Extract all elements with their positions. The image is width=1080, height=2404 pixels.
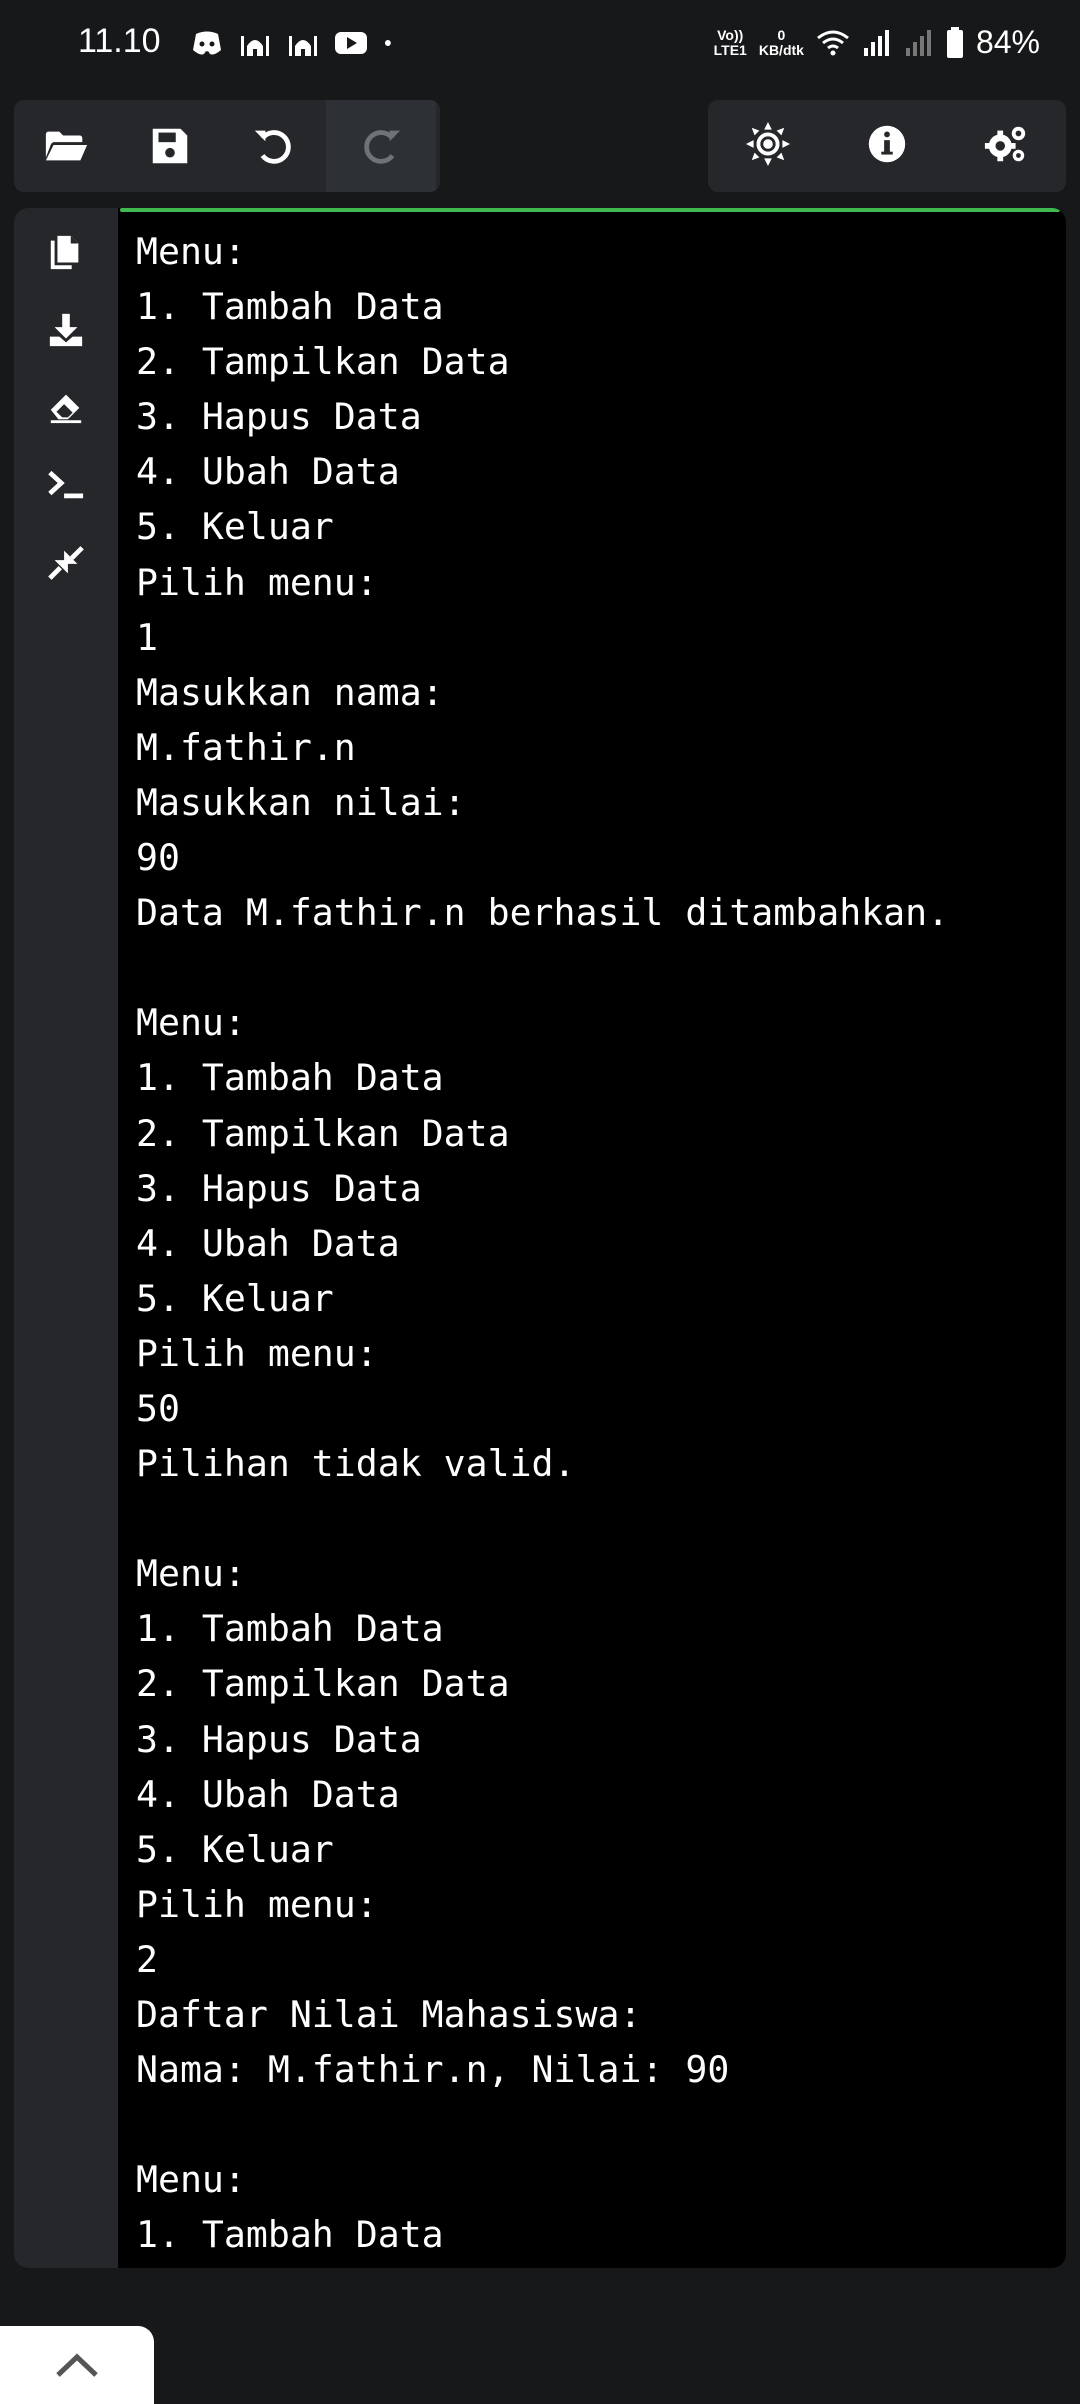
status-right-icons: Vo)) LTE1 0 KB/dtk 84% — [714, 24, 1040, 61]
save-button[interactable] — [118, 100, 222, 192]
chevron-up-icon — [56, 2353, 98, 2377]
view-toolbar — [708, 100, 1066, 192]
notification-icons — [190, 28, 402, 58]
console-side-rail — [14, 208, 118, 2268]
wifi-icon — [817, 30, 849, 55]
console-line: 50 — [136, 1386, 180, 1430]
console-line: Masukkan nilai: — [136, 780, 466, 824]
console-line: Menu: — [136, 1001, 246, 1045]
console-line: 1. Tambah Data — [136, 2213, 444, 2257]
volte-indicator: Vo)) LTE1 — [713, 26, 747, 58]
copy-button[interactable] — [44, 230, 88, 274]
battery-icon — [946, 26, 963, 58]
console-line: Menu: — [136, 230, 246, 273]
collapse-button[interactable] — [44, 540, 88, 584]
console-line: 5. Keluar — [136, 1276, 334, 1320]
expand-input-button[interactable] — [0, 2326, 154, 2404]
console-line: 3. Hapus Data — [136, 1166, 422, 1210]
dot-icon — [384, 40, 391, 46]
status-bar: 11.10 Vo)) LTE1 0 KB/dtk 84% — [0, 0, 1080, 92]
undo-icon — [254, 130, 291, 164]
console-panel: Menu: 1. Tambah Data 2. Tampilkan Data 3. H… — [14, 208, 1066, 2268]
youtube-icon — [335, 32, 367, 54]
console-line: 5. Keluar — [136, 505, 334, 549]
console-line: 3. Hapus Data — [136, 395, 422, 439]
console-line: Pilih menu: — [136, 560, 378, 604]
signal-weak-icon — [905, 29, 931, 56]
file-toolbar — [14, 100, 440, 192]
signal-icon — [863, 29, 889, 56]
console-line: Pilih menu: — [136, 1331, 378, 1375]
console-line: 5. Keluar — [136, 1827, 334, 1871]
console-line: Masukkan nama: — [136, 670, 444, 714]
console-line: 1. Tambah Data — [136, 1056, 444, 1100]
console-line: 1 — [136, 615, 158, 659]
console-line: 4. Ubah Data — [136, 1221, 400, 1265]
console-line: 2. Tampilkan Data — [136, 1662, 510, 1706]
terminal-icon — [48, 470, 84, 499]
console-line: Pilih menu: — [136, 1882, 378, 1926]
settings-gears-icon — [985, 126, 1026, 161]
collapse-icon — [48, 546, 84, 580]
terminal-button[interactable] — [44, 462, 88, 506]
console-line: Menu: — [136, 1552, 246, 1596]
console-line: 2. Tampilkan Data — [136, 1111, 510, 1155]
settings-button[interactable] — [983, 121, 1029, 172]
mosque-icon — [289, 36, 317, 56]
copy-icon — [50, 235, 79, 270]
console-line: Pilihan tidak valid. — [136, 1442, 576, 1486]
console-line: 3. Hapus Data — [136, 1717, 422, 1761]
console-line: 4. Ubah Data — [136, 1772, 400, 1816]
console-line: 4. Ubah Data — [136, 450, 400, 494]
download-button[interactable] — [44, 308, 88, 352]
network-speed: 0 KB/dtk — [758, 26, 804, 58]
redo-button[interactable] — [326, 100, 436, 192]
mosque-icon — [241, 36, 269, 56]
console-line: Nama: M.fathir.n, Nilai: 90 — [136, 2048, 730, 2092]
console-output: Menu: 1. Tambah Data 2. Tampilkan Data 3. H… — [136, 224, 1056, 2268]
clear-button[interactable] — [44, 384, 88, 428]
console-line: 2. Tampilkan Data — [136, 340, 510, 384]
console-line: Data M.fathir.n berhasil ditambahkan. — [136, 891, 950, 935]
console-line: 1. Tambah Data — [136, 285, 444, 329]
save-icon — [152, 128, 188, 164]
console-line: 90 — [136, 836, 180, 880]
eraser-icon — [50, 394, 82, 424]
open-folder-icon — [45, 131, 88, 161]
console-line: 1. Tambah Data — [136, 1607, 444, 1651]
status-time: 11.10 — [78, 22, 161, 60]
theme-sun-icon — [745, 121, 790, 166]
theme-button[interactable] — [745, 121, 791, 172]
console-line: M.fathir.n — [136, 725, 356, 769]
console-line: 2 — [136, 1937, 158, 1981]
output-progress-line — [120, 208, 1060, 212]
battery-percentage: 84% — [975, 24, 1040, 60]
console-line: Daftar Nilai Mahasiswa: — [136, 1993, 642, 2036]
info-button[interactable] — [864, 121, 910, 172]
open-button[interactable] — [14, 100, 118, 192]
discord-icon — [193, 31, 221, 55]
redo-icon — [364, 130, 401, 164]
console-line: Menu: — [136, 2158, 246, 2202]
info-icon — [868, 125, 906, 162]
undo-button[interactable] — [222, 100, 326, 192]
download-icon — [49, 313, 83, 347]
